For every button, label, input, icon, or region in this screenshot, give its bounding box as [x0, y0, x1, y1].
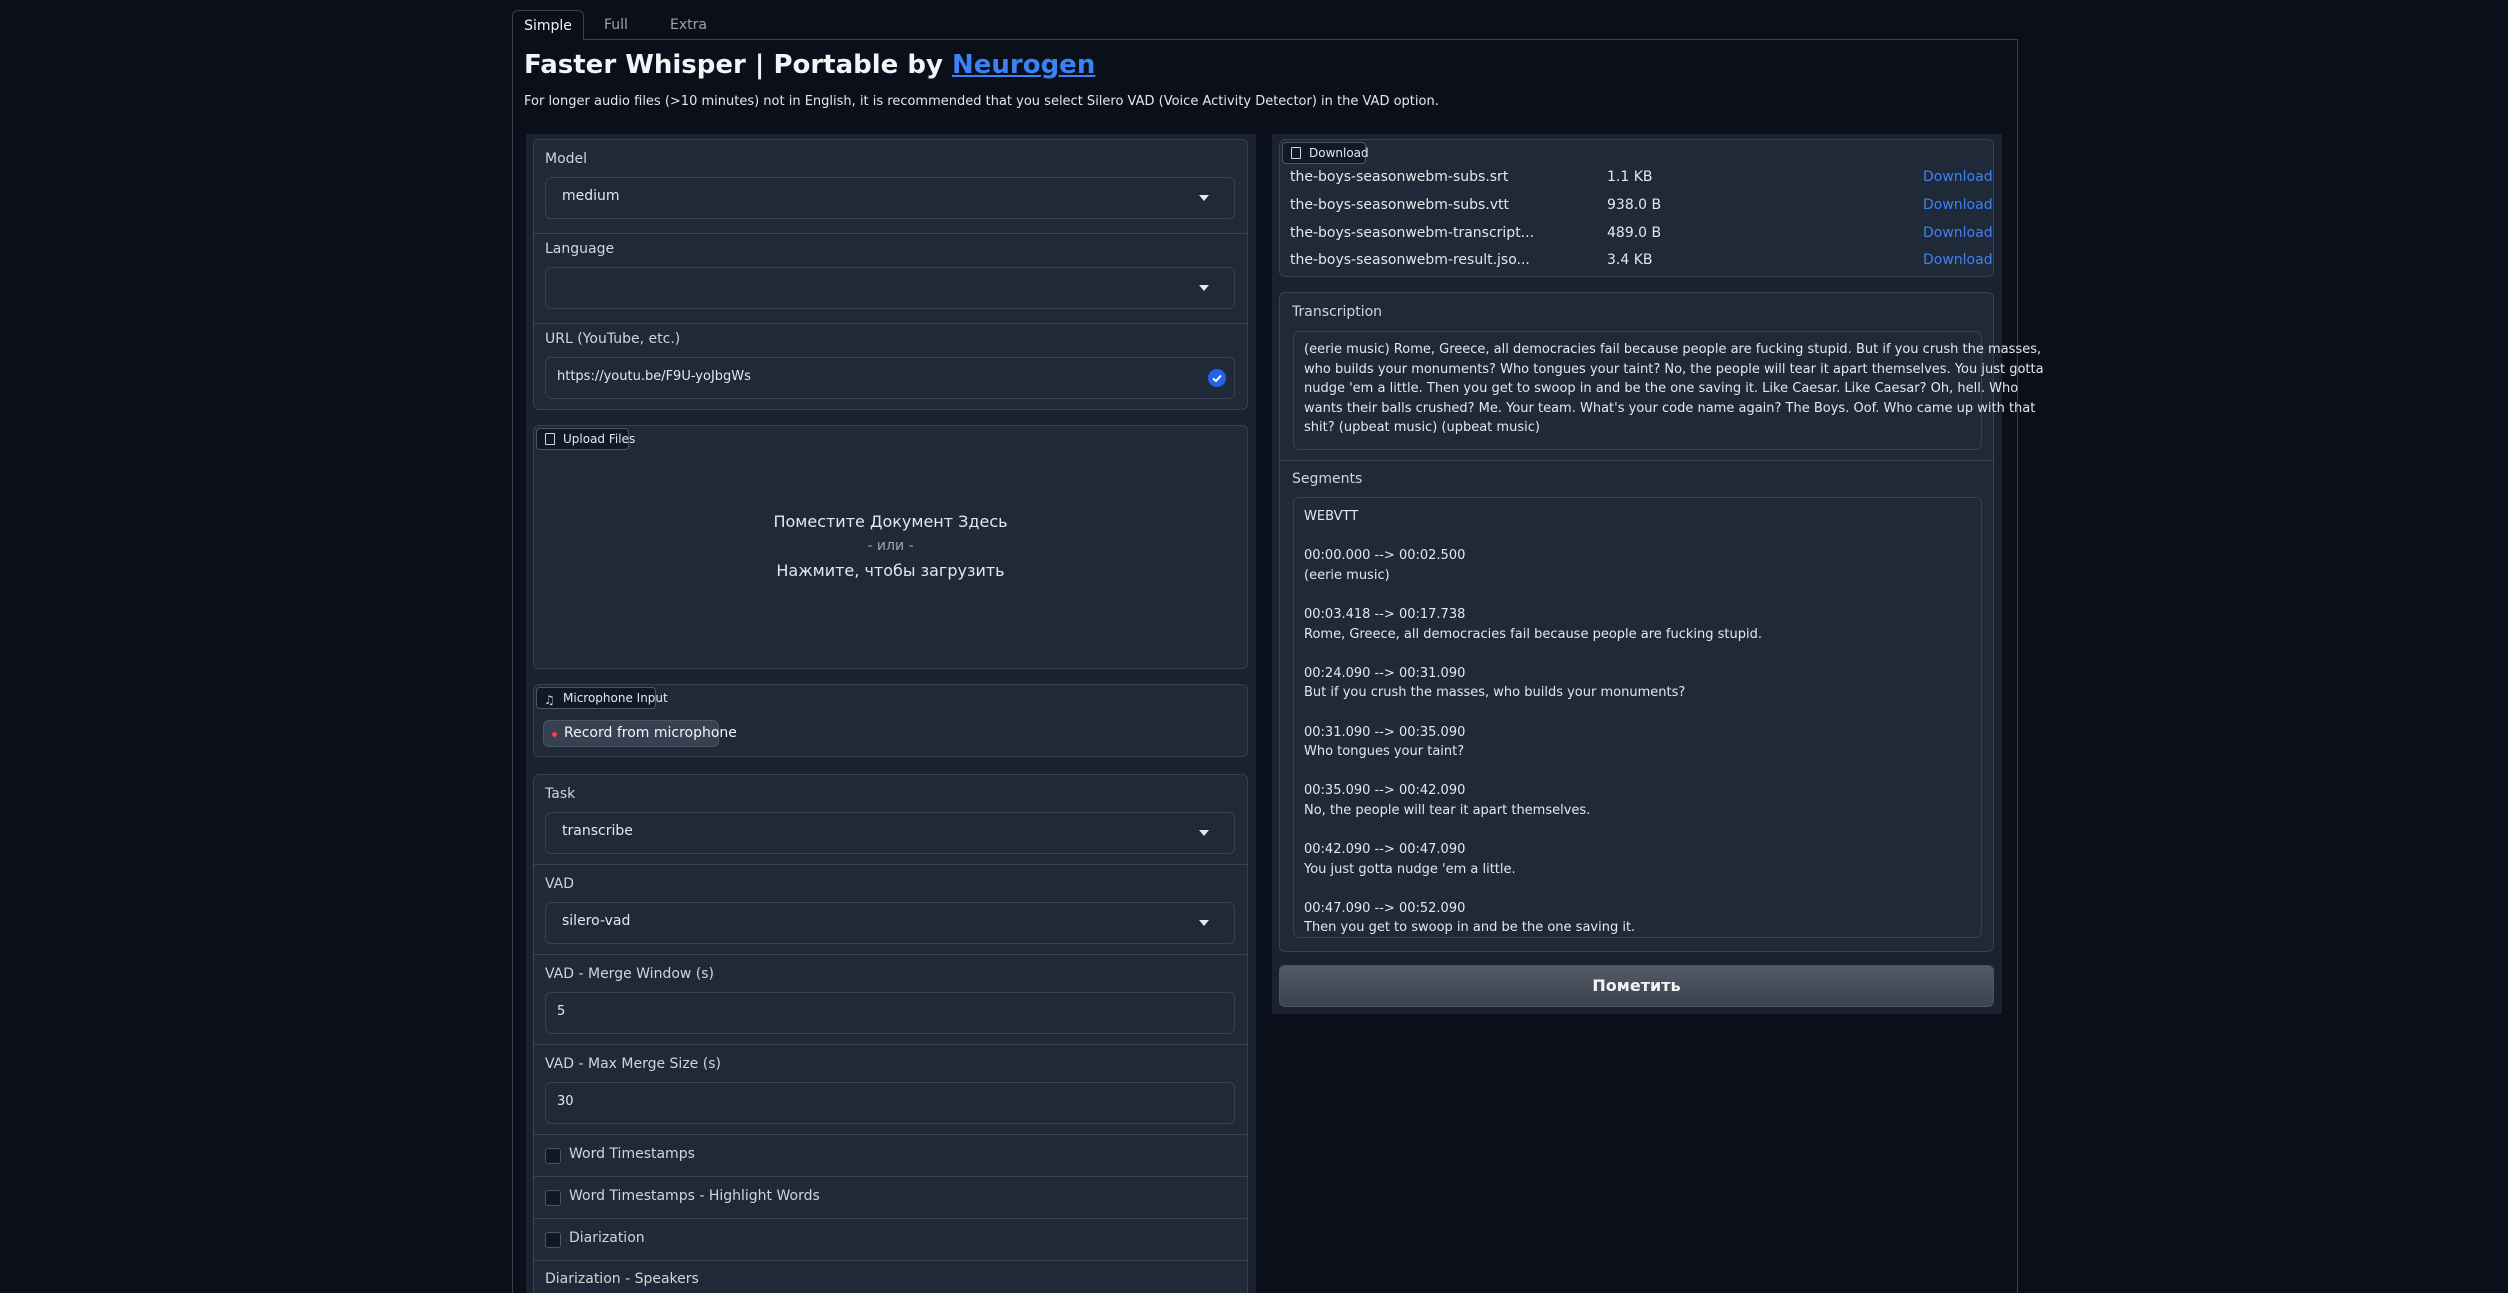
- divider: [534, 1134, 1247, 1135]
- tab-simple[interactable]: Simple: [512, 10, 584, 40]
- segments-label: Segments: [1292, 471, 1363, 487]
- divider: [534, 323, 1247, 324]
- file-name: the-boys-seasonwebm-result.jso...: [1290, 252, 1530, 268]
- tab-extra[interactable]: Extra: [658, 10, 719, 40]
- url-value: https://youtu.be/F9U-yoJbgWs: [557, 369, 751, 384]
- divider: [534, 1044, 1247, 1045]
- record-button[interactable]: Record from microphone: [543, 720, 737, 747]
- max-merge-value: 30: [557, 1094, 574, 1109]
- chevron-down-icon: [1199, 830, 1209, 836]
- divider: [534, 954, 1247, 955]
- chevron-down-icon: [1199, 920, 1209, 926]
- task-value: transcribe: [562, 823, 633, 839]
- file-name: the-boys-seasonwebm-subs.vtt: [1290, 197, 1510, 213]
- record-button-label: Record from microphone: [564, 725, 737, 741]
- download-link[interactable]: Download: [1923, 197, 1993, 213]
- check-icon: [1208, 369, 1226, 387]
- highlight-words-checkbox[interactable]: [545, 1190, 561, 1206]
- title-text: Faster Whisper | Portable by: [524, 50, 952, 80]
- record-dot-icon: [552, 732, 557, 737]
- divider: [534, 233, 1247, 234]
- upload-click-text: Нажмите, чтобы загрузить: [776, 561, 1005, 580]
- max-merge-input[interactable]: [545, 1082, 1235, 1124]
- file-icon: [545, 433, 555, 445]
- model-dropdown[interactable]: [545, 177, 1235, 219]
- download-link[interactable]: Download: [1923, 225, 1993, 241]
- download-badge: Download: [1282, 142, 1369, 164]
- upload-files-badge: Upload Files: [536, 428, 635, 450]
- segments-text: WEBVTT 00:00.000 --> 00:02.500 (eerie mu…: [1304, 509, 1763, 936]
- transcription-text: (eerie music) Rome, Greece, all democrac…: [1304, 342, 2044, 436]
- file-name: the-boys-seasonwebm-transcript...: [1290, 225, 1535, 241]
- max-merge-label: VAD - Max Merge Size (s): [545, 1056, 721, 1072]
- merge-window-value: 5: [557, 1004, 566, 1019]
- vad-dropdown[interactable]: [545, 902, 1235, 944]
- segments-textarea[interactable]: WEBVTT 00:00.000 --> 00:02.500 (eerie mu…: [1293, 497, 1982, 938]
- model-value: medium: [562, 188, 620, 204]
- microphone-badge: ♫ Microphone Input: [536, 687, 668, 709]
- highlight-words-label: Word Timestamps - Highlight Words: [569, 1188, 820, 1204]
- url-label: URL (YouTube, etc.): [545, 331, 681, 347]
- file-icon: [1291, 147, 1301, 159]
- diarization-checkbox[interactable]: [545, 1232, 561, 1248]
- language-label: Language: [545, 241, 615, 257]
- divider: [534, 1260, 1247, 1261]
- diarization-label: Diarization: [569, 1230, 645, 1246]
- file-size: 938.0 B: [1607, 197, 1662, 213]
- merge-window-input[interactable]: [545, 992, 1235, 1034]
- vad-value: silero-vad: [562, 913, 631, 929]
- file-size: 489.0 B: [1607, 225, 1662, 241]
- vad-label: VAD: [545, 876, 575, 892]
- divider: [534, 1176, 1247, 1177]
- divider: [534, 864, 1247, 865]
- upload-drop-text: Поместите Документ Здесь: [773, 512, 1008, 531]
- model-label: Model: [545, 151, 588, 167]
- task-label: Task: [545, 786, 576, 802]
- transcription-label: Transcription: [1292, 304, 1383, 320]
- file-name: the-boys-seasonwebm-subs.srt: [1290, 169, 1509, 185]
- upload-or-text: - или -: [867, 538, 914, 554]
- download-link[interactable]: Download: [1923, 252, 1993, 268]
- divider: [534, 1218, 1247, 1219]
- language-dropdown[interactable]: [545, 267, 1235, 309]
- page-title: Faster Whisper | Portable by Neurogen: [524, 50, 1095, 80]
- submit-button[interactable]: Пометить: [1279, 965, 1994, 1007]
- file-size: 1.1 KB: [1607, 169, 1653, 185]
- word-timestamps-checkbox[interactable]: [545, 1148, 561, 1164]
- tab-full[interactable]: Full: [592, 10, 640, 40]
- neurogen-link[interactable]: Neurogen: [952, 50, 1095, 80]
- music-note-icon: ♫: [544, 693, 555, 707]
- file-size: 3.4 KB: [1607, 252, 1653, 268]
- page-description: For longer audio files (>10 minutes) not…: [524, 94, 1439, 109]
- download-link[interactable]: Download: [1923, 169, 1993, 185]
- diarization-speakers-label: Diarization - Speakers: [545, 1271, 699, 1287]
- chevron-down-icon: [1199, 195, 1209, 201]
- word-timestamps-label: Word Timestamps: [569, 1146, 695, 1162]
- merge-window-label: VAD - Merge Window (s): [545, 966, 715, 982]
- chevron-down-icon: [1199, 285, 1209, 291]
- divider: [1280, 460, 1993, 461]
- task-dropdown[interactable]: [545, 812, 1235, 854]
